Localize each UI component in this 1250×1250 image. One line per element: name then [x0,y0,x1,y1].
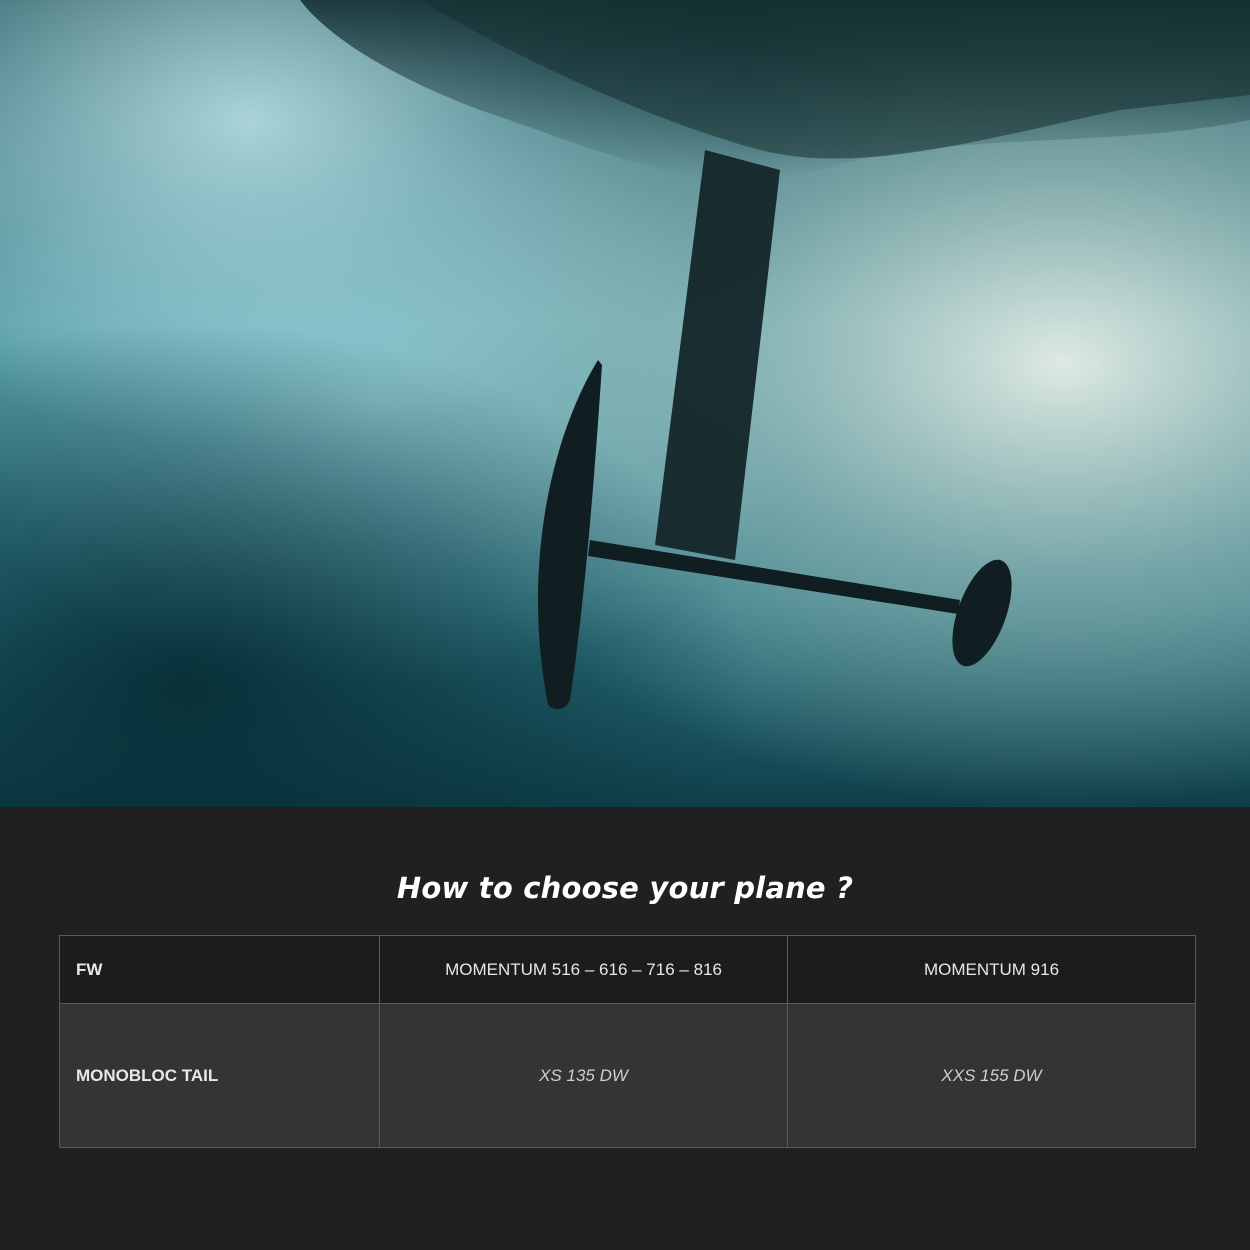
hero-photo [0,0,1250,807]
hydrofoil-underwater-image [0,0,1250,807]
sizing-table: FW MOMENTUM 516 – 616 – 716 – 816 MOMENT… [59,935,1196,1148]
sizing-panel: How to choose your plane ? FW MOMENTUM 5… [0,807,1250,1250]
row-value-col2: XXS 155 DW [787,1003,1196,1148]
header-label: FW [59,935,380,1004]
row-label: MONOBLOC TAIL [59,1003,380,1148]
table-row: MONOBLOC TAIL XS 135 DW XXS 155 DW [59,1003,1196,1148]
header-col-momentum-516-816: MOMENTUM 516 – 616 – 716 – 816 [379,935,788,1004]
page-title: How to choose your plane ? [396,871,854,905]
row-value-col1: XS 135 DW [379,1003,788,1148]
table-header-row: FW MOMENTUM 516 – 616 – 716 – 816 MOMENT… [59,935,1196,1004]
header-col-momentum-916: MOMENTUM 916 [787,935,1196,1004]
